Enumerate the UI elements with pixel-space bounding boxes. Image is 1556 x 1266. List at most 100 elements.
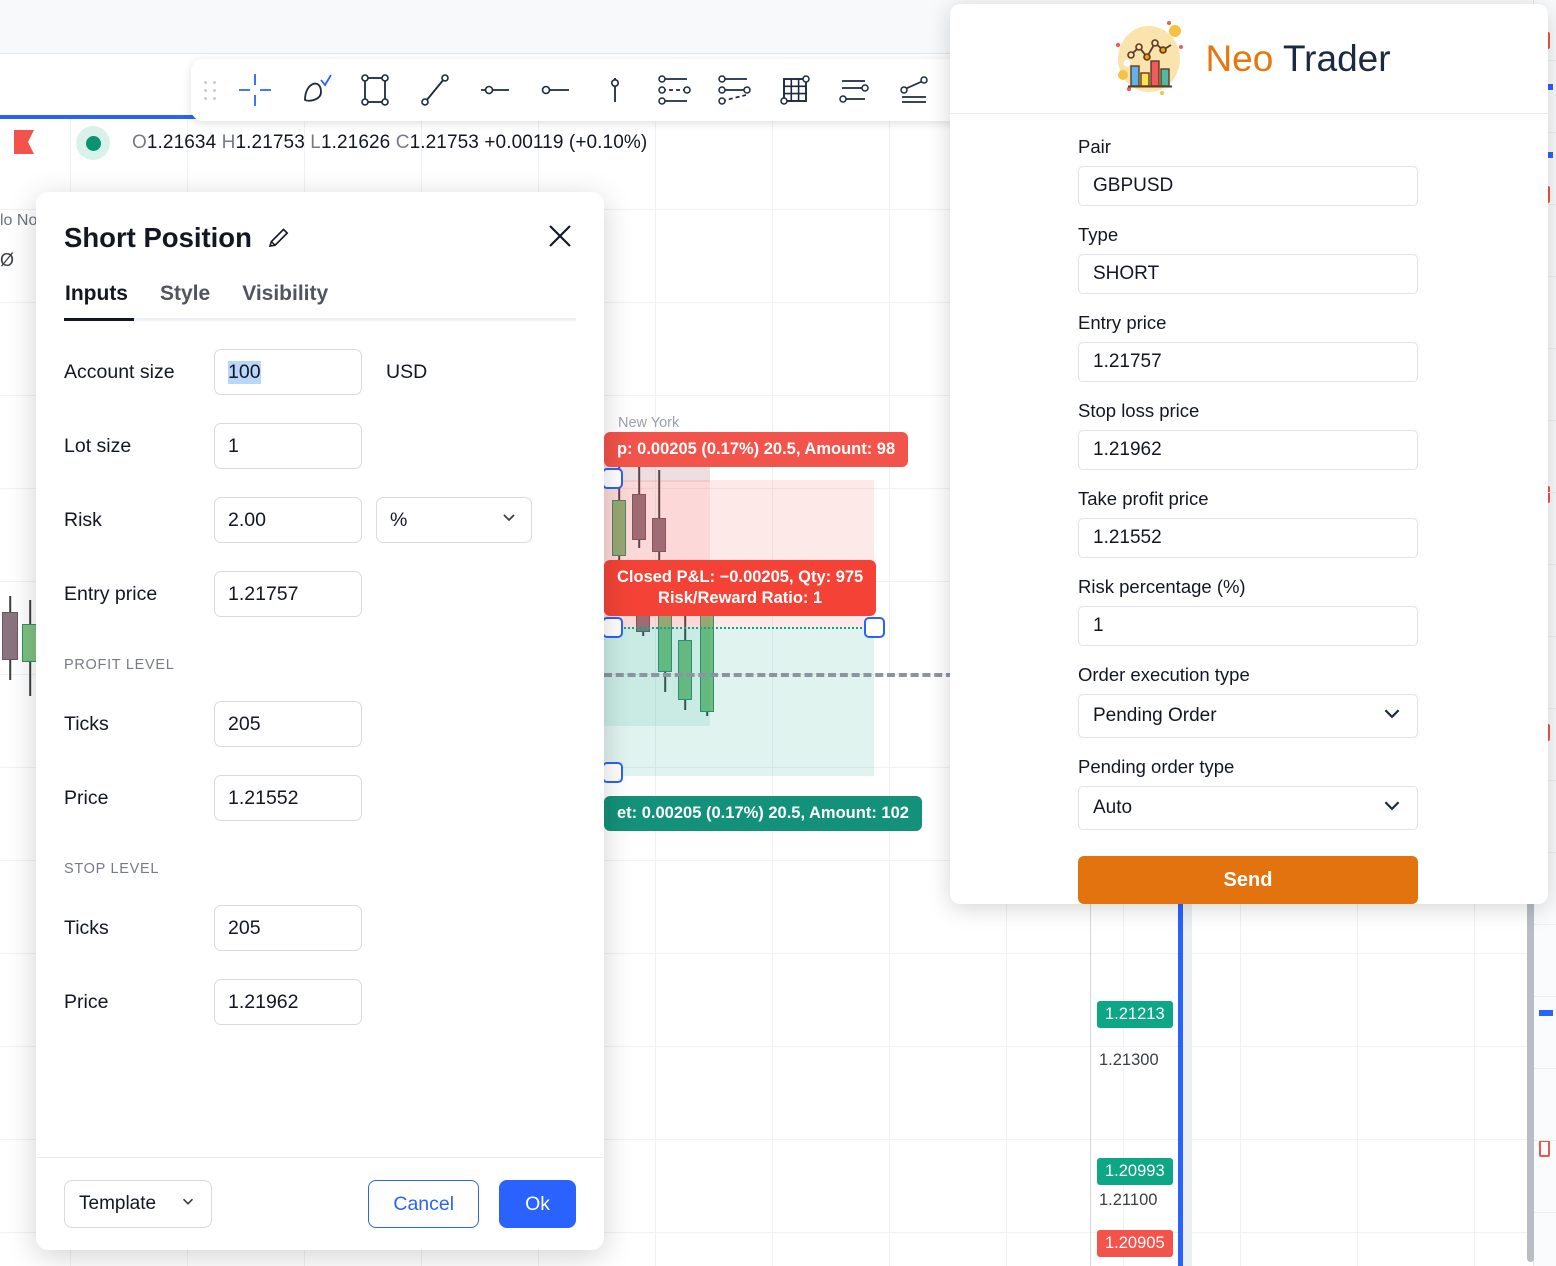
page-title: Short Position [64,222,252,253]
pitchfork-tool-icon[interactable] [647,67,703,113]
field-entry-price: Entry price 1.21757 [64,571,576,617]
stop-level-label: p: 0.00205 (0.17%) 20.5, Amount: 98 [604,432,909,468]
send-button[interactable]: Send [1078,856,1418,904]
pair-input[interactable]: GBPUSD [1078,166,1418,206]
chevron-down-icon [179,1192,197,1216]
lot-size-input[interactable]: 1 [214,423,362,469]
cancel-button[interactable]: Cancel [368,1180,480,1228]
dialog-body: Account size 100 USD Lot size 1 Risk 2.0… [36,321,604,1157]
close-value: 1.21753 [409,132,479,153]
entry-price-input[interactable]: 1.21757 [214,571,362,617]
field-profit-ticks: Ticks 205 [64,701,576,747]
stop-ticks-label: Ticks [64,916,109,939]
type-input[interactable]: SHORT [1078,254,1418,294]
pencil-icon[interactable] [266,225,292,251]
neo-trader-brand: Neo Trader [1205,38,1390,80]
price-badge-bid: 1.21213 [1097,1001,1173,1028]
profit-price-label: Price [64,786,109,809]
vertical-line-tool-icon[interactable] [587,67,643,113]
risk-input[interactable]: 2.00 [214,497,362,543]
take-profit-input[interactable]: 1.21552 [1078,518,1418,558]
change-value: +0.00119 (+0.10%) [484,132,648,153]
low-value: 1.21626 [320,132,391,153]
pending-order-type-value: Auto [1093,797,1133,818]
close-label: C [395,132,410,153]
neo-trader-form: Pair GBPUSD Type SHORT Entry price 1.217… [950,114,1548,904]
template-label: Template [79,1193,157,1214]
target-handle-left[interactable] [602,762,623,783]
session-name-label: New York [618,415,680,431]
risk-percentage-input[interactable]: 1 [1078,606,1418,646]
minimap-rowline [1534,996,1556,997]
candlestick [2,596,18,680]
close-icon[interactable] [544,220,576,252]
take-profit-label: Take profit price [1078,488,1209,509]
ok-button[interactable]: Ok [499,1180,576,1228]
entry-price-input[interactable]: 1.21757 [1078,342,1418,382]
short-position-dialog[interactable]: Short Position Inputs Style Visibility A… [36,192,604,1250]
pending-order-type-label: Pending order type [1078,756,1235,777]
tab-indicator-track [64,318,576,321]
account-size-input[interactable]: 100 [214,349,362,395]
grid-vline [889,116,890,1266]
crosshair-tool-icon[interactable] [227,67,283,113]
account-size-label: Account size [64,360,175,383]
order-execution-type-value: Pending Order [1093,705,1217,726]
chart-legend: O1.21634 H1.21753 L1.21626 C1.21753 +0.0… [0,124,960,162]
lot-size-label: Lot size [64,434,132,457]
risk-unit-value: % [390,508,408,531]
high-label: H [221,132,236,153]
field-risk: Risk 2.00 % [64,497,576,543]
tab-visibility[interactable]: Visibility [242,282,328,318]
arrow-marker-tool-icon[interactable] [467,67,523,113]
chevron-down-icon [1381,702,1403,730]
brush-tool-icon[interactable] [287,67,343,113]
stop-loss-input[interactable]: 1.21962 [1078,430,1418,470]
stop-level-section-label: STOP LEVEL [64,861,160,877]
minimap-rowline [1534,1140,1556,1141]
entry-handle-left[interactable] [602,617,623,638]
ray-tool-icon[interactable] [527,67,583,113]
risk-unit-select[interactable]: % [376,497,532,543]
neo-trader-logo-icon [1107,17,1191,101]
profit-ticks-input[interactable]: 205 [214,701,362,747]
trend-line-tool-icon[interactable] [407,67,463,113]
field-account-size: Account size 100 USD [64,349,576,395]
flag-icon[interactable] [14,130,36,156]
rectangle-tool-icon[interactable] [347,67,403,113]
stop-ticks-input[interactable]: 205 [214,905,362,951]
dialog-tabs[interactable]: Inputs Style Visibility [64,282,576,318]
profit-price-input[interactable]: 1.21552 [214,775,362,821]
grid-pattern-tool-icon[interactable] [767,67,823,113]
risk-label: Risk [64,508,102,531]
field-stop-ticks: Ticks 205 [64,905,576,951]
neo-trader-header: Neo Trader [950,4,1548,114]
entry-handle-right[interactable] [864,617,885,638]
minimap-marker [1539,1140,1550,1157]
stop-handle-left[interactable] [602,468,623,489]
neo-trader-panel[interactable]: Neo Trader Pair GBPUSD Type SHORT Entry … [950,4,1548,904]
elliott-wave-tool-icon[interactable] [887,67,943,113]
template-dropdown[interactable]: Template [64,1180,212,1228]
stop-price-label: Price [64,990,109,1013]
pitchfan-tool-icon[interactable] [707,67,763,113]
entry-price-line [604,627,882,629]
order-execution-type-label: Order execution type [1078,664,1250,685]
closed-pnl-line2: Risk/Reward Ratio: 1 [658,589,823,608]
order-execution-type-select[interactable]: Pending Order [1078,694,1418,738]
tab-style[interactable]: Style [160,282,210,318]
open-value: 1.21634 [146,132,217,153]
pending-order-type-select[interactable]: Auto [1078,786,1418,830]
field-lot-size: Lot size 1 [64,423,576,469]
field-profit-price: Price 1.21552 [64,775,576,821]
toolbar-drag-handle[interactable] [197,73,223,107]
risk-percentage-label: Risk percentage (%) [1078,576,1246,597]
account-size-value: 100 [228,360,261,384]
tab-inputs[interactable]: Inputs [65,282,128,318]
chevron-down-icon [1381,794,1403,822]
account-size-currency: USD [386,360,428,383]
stop-price-input[interactable]: 1.21962 [214,979,362,1025]
high-value: 1.21753 [235,132,305,153]
tab-active-indicator [64,318,134,321]
fib-retracement-tool-icon[interactable] [827,67,883,113]
